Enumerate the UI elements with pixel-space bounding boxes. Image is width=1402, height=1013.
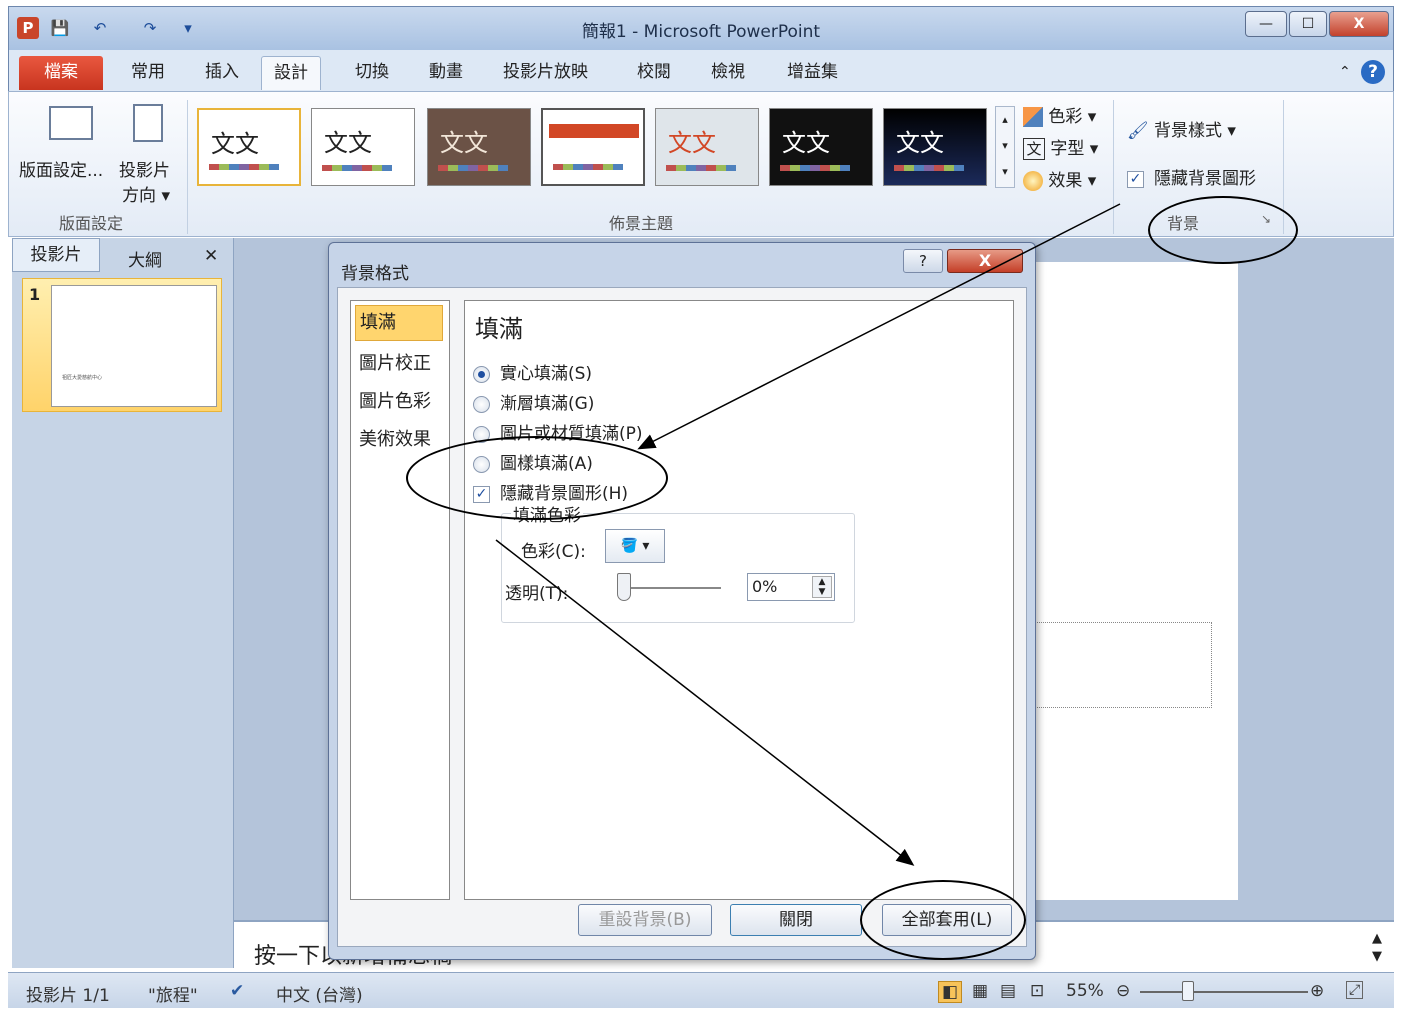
annotation-arrows	[495, 203, 1121, 866]
arrow-option-to-apply	[495, 539, 915, 866]
arrow-launcher-to-option	[637, 203, 1121, 450]
